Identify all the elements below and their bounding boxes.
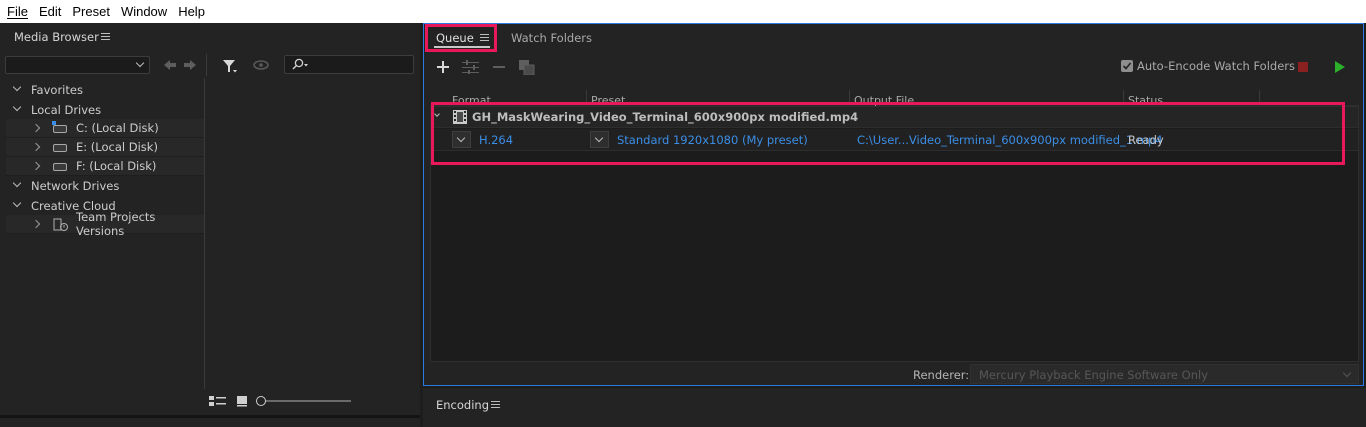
team-projects-icon (53, 218, 68, 231)
menu-preset[interactable]: Preset (72, 4, 110, 19)
encoding-panel: Encoding (423, 388, 1366, 427)
chevron-down-icon (135, 58, 145, 68)
renderer-label: Renderer: (913, 368, 970, 382)
add-source-icon[interactable] (437, 61, 449, 73)
media-browser-title: Media Browser (14, 30, 99, 44)
auto-encode-checkbox[interactable] (1121, 60, 1133, 72)
search-icon (292, 58, 308, 70)
chevron-right-icon (31, 219, 41, 229)
settings-icon[interactable] (462, 60, 480, 74)
divider (206, 54, 207, 76)
file-list-pane (206, 78, 414, 389)
list-view-icon[interactable] (209, 395, 227, 407)
chevron-down-icon (12, 198, 22, 208)
duplicate-icon[interactable] (519, 60, 535, 75)
zoom-slider-track[interactable] (266, 400, 351, 402)
menu-edit[interactable]: Edit (39, 4, 61, 19)
drive-icon (53, 163, 67, 171)
remove-icon[interactable] (493, 66, 505, 68)
chevron-down-icon (12, 102, 22, 112)
chevron-right-icon (31, 161, 41, 171)
chevron-right-icon (31, 123, 41, 133)
renderer-value: Mercury Playback Engine Software Only (979, 368, 1209, 382)
tree-label: E: (Local Disk) (76, 140, 158, 154)
highlight-box (425, 24, 497, 52)
thumbnail-view-icon[interactable] (236, 395, 248, 407)
tab-watch-folders[interactable]: Watch Folders (511, 31, 592, 45)
panel-divider (0, 415, 420, 418)
tree-label: Local Drives (31, 102, 102, 117)
forward-button[interactable] (180, 56, 198, 74)
tree-team-projects[interactable]: Team Projects Versions (6, 210, 204, 238)
start-queue-button[interactable] (1335, 61, 1345, 73)
auto-encode-label: Auto-Encode Watch Folders (1137, 59, 1295, 73)
tree-drive-c[interactable]: C: (Local Disk) (6, 119, 204, 138)
encoding-title[interactable]: Encoding (436, 398, 489, 412)
back-button[interactable] (160, 56, 176, 74)
tree-local-drives[interactable]: Local Drives (6, 100, 204, 119)
zoom-slider-handle[interactable] (256, 396, 266, 406)
panel-menu-icon[interactable] (101, 33, 110, 40)
search-input[interactable] (284, 55, 414, 74)
tree-label: Favorites (31, 82, 83, 97)
tree-network-drives[interactable]: Network Drives (6, 176, 204, 195)
stop-button[interactable] (1298, 62, 1308, 72)
location-dropdown[interactable] (5, 56, 150, 74)
renderer-dropdown[interactable]: Mercury Playback Engine Software Only (970, 364, 1359, 384)
tree-drive-e[interactable]: E: (Local Disk) (6, 138, 204, 157)
menu-window[interactable]: Window (121, 4, 167, 19)
chevron-right-icon (31, 142, 41, 152)
eye-icon[interactable] (253, 59, 269, 71)
tree-drive-f[interactable]: F: (Local Disk) (6, 157, 204, 176)
queue-panel: Queue Watch Folders Auto-Encode Watch Fo… (423, 23, 1364, 386)
chevron-down-icon (1342, 368, 1352, 378)
menu-file[interactable]: File (7, 4, 28, 19)
highlight-box (431, 102, 1345, 165)
media-browser-panel: Media Browser Favorites Local Drives C: … (0, 23, 420, 427)
encoding-menu-icon[interactable] (491, 401, 500, 408)
menu-bar: File Edit Preset Window Help (0, 0, 1366, 23)
tree-label: C: (Local Disk) (76, 121, 159, 135)
tree-favorites[interactable]: Favorites (6, 80, 204, 99)
menu-help[interactable]: Help (178, 4, 205, 19)
tree-label: Network Drives (31, 178, 120, 193)
system-drive-icon (52, 121, 56, 125)
drive-icon (53, 144, 67, 152)
checkmark-icon (1122, 62, 1132, 70)
drive-icon (53, 125, 67, 133)
tree-label: Team Projects Versions (76, 210, 156, 238)
chevron-down-icon (12, 82, 22, 92)
filter-icon[interactable] (222, 58, 238, 73)
tree-label: F: (Local Disk) (76, 159, 157, 173)
chevron-down-icon (12, 178, 22, 188)
